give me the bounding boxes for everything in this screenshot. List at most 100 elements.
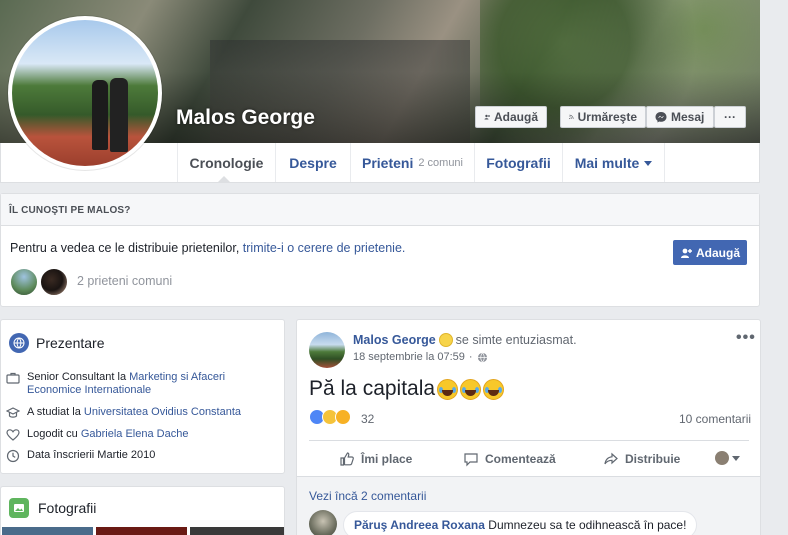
tab-friends-label: Prieteni bbox=[362, 154, 414, 171]
intro-relationship-link[interactable]: Gabriela Elena Dache bbox=[81, 428, 189, 440]
profile-picture[interactable] bbox=[8, 16, 162, 170]
add-friend-button-secondary[interactable]: Adaugă bbox=[673, 240, 747, 265]
briefcase-icon bbox=[6, 372, 20, 384]
tab-more-label: Mai multe bbox=[574, 154, 640, 171]
photo-thumbnail[interactable] bbox=[2, 527, 93, 535]
share-button[interactable]: Distribuie bbox=[603, 451, 680, 467]
commenter-name[interactable]: Păruş Andreea Roxana bbox=[354, 518, 485, 532]
photos-card: Fotografii bbox=[0, 486, 285, 535]
comment-text: Dumnezeu sa te odihnească în pace! bbox=[488, 518, 687, 532]
send-request-link[interactable]: trimite-i o cerere de prietenie. bbox=[243, 241, 406, 255]
comment-bubble-icon bbox=[464, 453, 478, 467]
dot-separator: · bbox=[468, 351, 473, 363]
comment-button[interactable]: Comentează bbox=[463, 451, 556, 467]
person-silhouette bbox=[92, 80, 108, 150]
add-friend-label: Adaugă bbox=[493, 110, 538, 124]
add-friend-icon bbox=[680, 248, 692, 258]
tab-friends[interactable]: Prieteni 2 comuni bbox=[350, 143, 474, 182]
laughing-emoji-icon bbox=[437, 378, 459, 400]
share-label: Distribuie bbox=[625, 452, 681, 466]
comment-label: Comentează bbox=[485, 452, 556, 466]
intro-relationship-text: Logodit cu Gabriela Elena Dache bbox=[27, 428, 188, 441]
mutual-friend-avatar[interactable] bbox=[9, 267, 39, 297]
intro-education-link[interactable]: Universitatea Ovidius Constanta bbox=[84, 406, 241, 418]
thumbs-up-icon bbox=[340, 452, 354, 466]
view-more-comments-link[interactable]: Vezi încă 2 comentarii bbox=[309, 489, 426, 503]
reaction-icons[interactable] bbox=[309, 409, 351, 425]
person-silhouette bbox=[110, 78, 128, 152]
know-heading: ÎL CUNOŞTI PE MALOS? bbox=[1, 194, 759, 226]
add-friend-icon bbox=[484, 114, 490, 120]
know-text: Pentru a vedea ce le distribuie prieteni… bbox=[10, 241, 405, 255]
tab-about-label: Despre bbox=[289, 154, 337, 171]
tab-about[interactable]: Despre bbox=[275, 143, 350, 182]
share-arrow-icon bbox=[604, 452, 618, 465]
rss-icon bbox=[569, 114, 574, 120]
intro-education: A studiat la Universitatea Ovidius Const… bbox=[6, 406, 276, 420]
more-options-button[interactable]: ··· bbox=[714, 106, 746, 128]
intro-joined: Data înscrierii Martie 2010 bbox=[6, 449, 276, 463]
tab-photos[interactable]: Fotografii bbox=[474, 143, 562, 182]
photo-thumbnail[interactable] bbox=[190, 527, 284, 535]
messenger-icon bbox=[655, 112, 667, 123]
add-friend-button[interactable]: Adaugă bbox=[475, 106, 547, 128]
like-label: Îmi place bbox=[361, 452, 413, 466]
tab-timeline-label: Cronologie bbox=[189, 154, 264, 171]
post-as-selector[interactable] bbox=[715, 451, 740, 465]
chevron-down-icon bbox=[644, 161, 653, 166]
follow-label: Urmăreşte bbox=[577, 110, 637, 124]
know-person-box: ÎL CUNOŞTI PE MALOS? Pentru a vedea ce l… bbox=[0, 193, 760, 307]
photos-header: Fotografii bbox=[9, 498, 96, 518]
follow-button[interactable]: Urmăreşte bbox=[560, 106, 646, 128]
post-header: Malos George se simte entuziasmat. bbox=[353, 333, 577, 347]
post-author-avatar[interactable] bbox=[309, 332, 345, 368]
photo-thumbnail[interactable] bbox=[96, 527, 187, 535]
mutual-friend-avatar[interactable] bbox=[39, 267, 69, 297]
intro-education-text: A studiat la Universitatea Ovidius Const… bbox=[27, 406, 241, 419]
public-globe-icon[interactable] bbox=[477, 352, 488, 363]
clock-icon bbox=[6, 449, 20, 463]
laughing-emoji-icon bbox=[483, 378, 505, 400]
post-options-button[interactable]: ••• bbox=[736, 329, 756, 347]
timeline-post: Malos George se simte entuziasmat. 18 se… bbox=[296, 319, 761, 535]
profile-name[interactable]: Malos George bbox=[176, 106, 315, 130]
comment-count[interactable]: 10 comentarii bbox=[679, 412, 751, 426]
intro-joined-text: Data înscrierii Martie 2010 bbox=[27, 449, 156, 461]
haha-reaction-icon bbox=[335, 409, 351, 425]
intro-work-prefix: Senior Consultant la bbox=[27, 371, 127, 383]
message-label: Mesaj bbox=[671, 110, 705, 124]
smiling-face-icon bbox=[438, 333, 453, 347]
post-actions: Îmi place Comentează Distribuie bbox=[309, 440, 749, 474]
tab-more[interactable]: Mai multe bbox=[562, 143, 665, 182]
like-button[interactable]: Îmi place bbox=[339, 451, 412, 467]
post-feeling: se simte entuziasmat. bbox=[455, 333, 577, 347]
tab-photos-label: Fotografii bbox=[486, 154, 551, 171]
intro-work-text: Senior Consultant la Marketing si Afacer… bbox=[27, 371, 276, 397]
comment-bubble: Păruş Andreea Roxana Dumnezeu sa te odih… bbox=[343, 511, 698, 535]
commenter-avatar[interactable] bbox=[309, 510, 337, 535]
laughing-emoji-icon bbox=[460, 378, 482, 400]
intro-header: Prezentare bbox=[9, 333, 104, 353]
post-timestamp: 18 septembrie la 07:59 · bbox=[353, 351, 488, 363]
tab-friends-count: 2 comuni bbox=[418, 156, 463, 169]
reaction-count[interactable]: 32 bbox=[361, 412, 374, 426]
post-body: Pă la capitala bbox=[309, 377, 505, 401]
more-options-icon: ··· bbox=[724, 110, 736, 124]
intro-title: Prezentare bbox=[36, 335, 105, 351]
profile-picture-image bbox=[12, 20, 158, 166]
post-date[interactable]: 18 septembrie la 07:59 bbox=[353, 351, 465, 363]
intro-work: Senior Consultant la Marketing si Afacer… bbox=[6, 371, 276, 397]
mutual-friends-link[interactable]: 2 prieteni comuni bbox=[77, 274, 172, 288]
chevron-down-icon bbox=[732, 455, 740, 461]
message-button[interactable]: Mesaj bbox=[646, 106, 714, 128]
intro-relationship: Logodit cu Gabriela Elena Dache bbox=[6, 428, 276, 442]
active-tab-caret bbox=[217, 176, 231, 183]
globe-icon bbox=[9, 333, 29, 353]
heart-icon bbox=[6, 429, 20, 441]
intro-education-prefix: A studiat la bbox=[27, 406, 81, 418]
know-text-prefix: Pentru a vedea ce le distribuie prieteni… bbox=[10, 241, 240, 255]
post-text: Pă la capitala bbox=[309, 377, 436, 400]
post-author-name[interactable]: Malos George bbox=[353, 333, 436, 347]
photos-title[interactable]: Fotografii bbox=[38, 500, 96, 516]
graduation-cap-icon bbox=[6, 407, 20, 418]
